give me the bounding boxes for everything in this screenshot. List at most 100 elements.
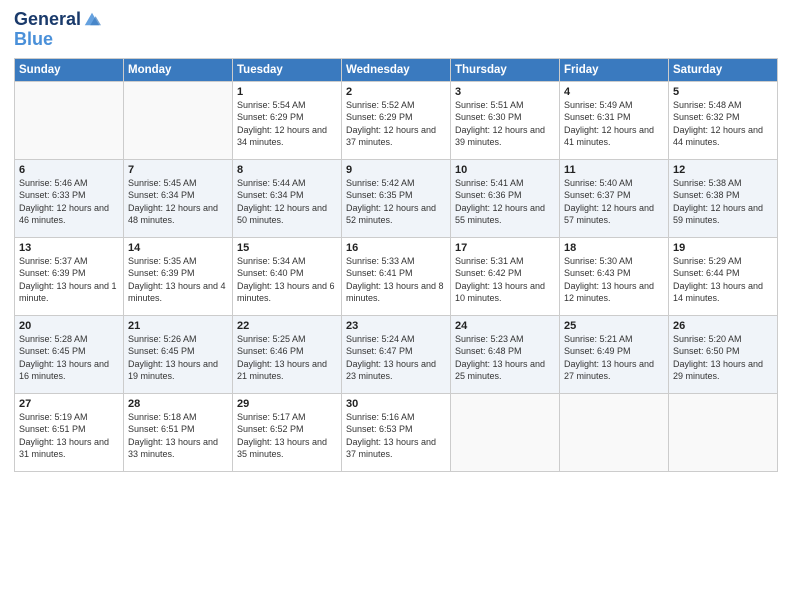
day-info: Sunrise: 5:40 AM Sunset: 6:37 PM Dayligh… — [564, 177, 664, 227]
day-number: 27 — [19, 398, 119, 410]
day-info: Sunrise: 5:52 AM Sunset: 6:29 PM Dayligh… — [346, 99, 446, 149]
day-cell: 19Sunrise: 5:29 AM Sunset: 6:44 PM Dayli… — [669, 237, 778, 315]
logo: General Blue — [14, 10, 101, 50]
day-cell: 14Sunrise: 5:35 AM Sunset: 6:39 PM Dayli… — [124, 237, 233, 315]
calendar-header-row: SundayMondayTuesdayWednesdayThursdayFrid… — [15, 58, 778, 81]
day-cell — [15, 81, 124, 159]
day-info: Sunrise: 5:25 AM Sunset: 6:46 PM Dayligh… — [237, 333, 337, 383]
day-info: Sunrise: 5:34 AM Sunset: 6:40 PM Dayligh… — [237, 255, 337, 305]
day-info: Sunrise: 5:28 AM Sunset: 6:45 PM Dayligh… — [19, 333, 119, 383]
day-cell — [451, 393, 560, 471]
day-cell: 30Sunrise: 5:16 AM Sunset: 6:53 PM Dayli… — [342, 393, 451, 471]
day-cell: 26Sunrise: 5:20 AM Sunset: 6:50 PM Dayli… — [669, 315, 778, 393]
day-cell: 20Sunrise: 5:28 AM Sunset: 6:45 PM Dayli… — [15, 315, 124, 393]
day-info: Sunrise: 5:31 AM Sunset: 6:42 PM Dayligh… — [455, 255, 555, 305]
col-header-monday: Monday — [124, 58, 233, 81]
day-cell: 24Sunrise: 5:23 AM Sunset: 6:48 PM Dayli… — [451, 315, 560, 393]
day-cell: 29Sunrise: 5:17 AM Sunset: 6:52 PM Dayli… — [233, 393, 342, 471]
day-info: Sunrise: 5:46 AM Sunset: 6:33 PM Dayligh… — [19, 177, 119, 227]
day-info: Sunrise: 5:44 AM Sunset: 6:34 PM Dayligh… — [237, 177, 337, 227]
day-number: 23 — [346, 320, 446, 332]
logo-blue: Blue — [14, 30, 53, 50]
day-number: 3 — [455, 86, 555, 98]
week-row-3: 13Sunrise: 5:37 AM Sunset: 6:39 PM Dayli… — [15, 237, 778, 315]
day-number: 16 — [346, 242, 446, 254]
day-number: 22 — [237, 320, 337, 332]
day-cell: 27Sunrise: 5:19 AM Sunset: 6:51 PM Dayli… — [15, 393, 124, 471]
day-cell: 6Sunrise: 5:46 AM Sunset: 6:33 PM Daylig… — [15, 159, 124, 237]
day-number: 20 — [19, 320, 119, 332]
day-info: Sunrise: 5:23 AM Sunset: 6:48 PM Dayligh… — [455, 333, 555, 383]
day-number: 21 — [128, 320, 228, 332]
day-number: 1 — [237, 86, 337, 98]
day-cell — [669, 393, 778, 471]
day-number: 29 — [237, 398, 337, 410]
day-cell: 3Sunrise: 5:51 AM Sunset: 6:30 PM Daylig… — [451, 81, 560, 159]
logo-text: General — [14, 10, 81, 30]
logo-icon — [83, 10, 101, 28]
day-number: 11 — [564, 164, 664, 176]
day-number: 14 — [128, 242, 228, 254]
day-cell: 7Sunrise: 5:45 AM Sunset: 6:34 PM Daylig… — [124, 159, 233, 237]
day-cell: 18Sunrise: 5:30 AM Sunset: 6:43 PM Dayli… — [560, 237, 669, 315]
day-number: 13 — [19, 242, 119, 254]
day-cell: 4Sunrise: 5:49 AM Sunset: 6:31 PM Daylig… — [560, 81, 669, 159]
page: General Blue SundayMondayTuesdayWednesda… — [0, 0, 792, 612]
day-number: 19 — [673, 242, 773, 254]
day-info: Sunrise: 5:24 AM Sunset: 6:47 PM Dayligh… — [346, 333, 446, 383]
day-cell: 23Sunrise: 5:24 AM Sunset: 6:47 PM Dayli… — [342, 315, 451, 393]
day-cell — [124, 81, 233, 159]
day-cell: 9Sunrise: 5:42 AM Sunset: 6:35 PM Daylig… — [342, 159, 451, 237]
day-info: Sunrise: 5:42 AM Sunset: 6:35 PM Dayligh… — [346, 177, 446, 227]
day-info: Sunrise: 5:35 AM Sunset: 6:39 PM Dayligh… — [128, 255, 228, 305]
day-cell: 17Sunrise: 5:31 AM Sunset: 6:42 PM Dayli… — [451, 237, 560, 315]
week-row-5: 27Sunrise: 5:19 AM Sunset: 6:51 PM Dayli… — [15, 393, 778, 471]
day-number: 10 — [455, 164, 555, 176]
header: General Blue — [14, 10, 778, 50]
day-cell: 21Sunrise: 5:26 AM Sunset: 6:45 PM Dayli… — [124, 315, 233, 393]
day-cell: 22Sunrise: 5:25 AM Sunset: 6:46 PM Dayli… — [233, 315, 342, 393]
day-number: 28 — [128, 398, 228, 410]
day-info: Sunrise: 5:26 AM Sunset: 6:45 PM Dayligh… — [128, 333, 228, 383]
day-info: Sunrise: 5:30 AM Sunset: 6:43 PM Dayligh… — [564, 255, 664, 305]
day-number: 5 — [673, 86, 773, 98]
day-info: Sunrise: 5:45 AM Sunset: 6:34 PM Dayligh… — [128, 177, 228, 227]
day-info: Sunrise: 5:48 AM Sunset: 6:32 PM Dayligh… — [673, 99, 773, 149]
day-info: Sunrise: 5:33 AM Sunset: 6:41 PM Dayligh… — [346, 255, 446, 305]
week-row-2: 6Sunrise: 5:46 AM Sunset: 6:33 PM Daylig… — [15, 159, 778, 237]
day-cell: 15Sunrise: 5:34 AM Sunset: 6:40 PM Dayli… — [233, 237, 342, 315]
day-info: Sunrise: 5:16 AM Sunset: 6:53 PM Dayligh… — [346, 411, 446, 461]
col-header-saturday: Saturday — [669, 58, 778, 81]
calendar: SundayMondayTuesdayWednesdayThursdayFrid… — [14, 58, 778, 472]
col-header-thursday: Thursday — [451, 58, 560, 81]
week-row-4: 20Sunrise: 5:28 AM Sunset: 6:45 PM Dayli… — [15, 315, 778, 393]
day-cell — [560, 393, 669, 471]
day-info: Sunrise: 5:41 AM Sunset: 6:36 PM Dayligh… — [455, 177, 555, 227]
day-cell: 11Sunrise: 5:40 AM Sunset: 6:37 PM Dayli… — [560, 159, 669, 237]
day-number: 2 — [346, 86, 446, 98]
day-number: 15 — [237, 242, 337, 254]
day-cell: 10Sunrise: 5:41 AM Sunset: 6:36 PM Dayli… — [451, 159, 560, 237]
day-cell: 25Sunrise: 5:21 AM Sunset: 6:49 PM Dayli… — [560, 315, 669, 393]
day-number: 17 — [455, 242, 555, 254]
day-number: 25 — [564, 320, 664, 332]
day-number: 18 — [564, 242, 664, 254]
day-cell: 5Sunrise: 5:48 AM Sunset: 6:32 PM Daylig… — [669, 81, 778, 159]
day-cell: 1Sunrise: 5:54 AM Sunset: 6:29 PM Daylig… — [233, 81, 342, 159]
day-number: 8 — [237, 164, 337, 176]
day-info: Sunrise: 5:37 AM Sunset: 6:39 PM Dayligh… — [19, 255, 119, 305]
day-number: 24 — [455, 320, 555, 332]
day-info: Sunrise: 5:49 AM Sunset: 6:31 PM Dayligh… — [564, 99, 664, 149]
day-cell: 16Sunrise: 5:33 AM Sunset: 6:41 PM Dayli… — [342, 237, 451, 315]
col-header-tuesday: Tuesday — [233, 58, 342, 81]
day-cell: 2Sunrise: 5:52 AM Sunset: 6:29 PM Daylig… — [342, 81, 451, 159]
day-cell: 13Sunrise: 5:37 AM Sunset: 6:39 PM Dayli… — [15, 237, 124, 315]
col-header-friday: Friday — [560, 58, 669, 81]
col-header-sunday: Sunday — [15, 58, 124, 81]
day-number: 12 — [673, 164, 773, 176]
day-number: 7 — [128, 164, 228, 176]
day-info: Sunrise: 5:54 AM Sunset: 6:29 PM Dayligh… — [237, 99, 337, 149]
day-info: Sunrise: 5:18 AM Sunset: 6:51 PM Dayligh… — [128, 411, 228, 461]
day-number: 30 — [346, 398, 446, 410]
day-info: Sunrise: 5:29 AM Sunset: 6:44 PM Dayligh… — [673, 255, 773, 305]
